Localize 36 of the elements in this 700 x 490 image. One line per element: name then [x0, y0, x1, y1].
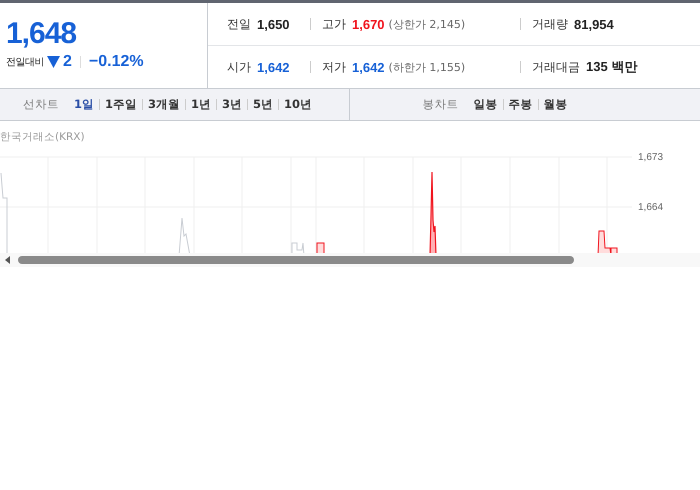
- stat-value: 1,650: [257, 16, 290, 32]
- period-tab[interactable]: 일봉: [474, 97, 498, 112]
- stat-label: 고가: [322, 16, 346, 32]
- period-tab[interactable]: 5년: [253, 97, 274, 112]
- stat-label: 전일: [227, 16, 251, 32]
- y-axis-label: 1,673: [638, 151, 664, 165]
- period-tab[interactable]: 주봉: [508, 97, 532, 112]
- stat-value: 1,642: [352, 60, 385, 74]
- period-tab[interactable]: 월봉: [544, 97, 568, 112]
- chart-type-label: 봉차트: [422, 97, 458, 112]
- change-rate: −0.12%: [88, 53, 144, 71]
- stat-value: 1,642: [257, 60, 290, 74]
- current-price: 1,648: [6, 17, 78, 51]
- period-tab[interactable]: 1년: [190, 97, 211, 112]
- stat-value: 135 백만: [586, 58, 638, 76]
- data-source-label: 한국거래소(KRX): [0, 130, 86, 145]
- change-label: 전일대비: [6, 56, 44, 69]
- stat-label: 거래대금: [532, 58, 580, 76]
- price-limit-note: (하한가 1,155): [388, 60, 466, 74]
- stat-value: 1,670: [352, 16, 385, 32]
- period-tab[interactable]: 1일: [74, 97, 94, 112]
- horizontal-scrollbar[interactable]: [0, 253, 700, 267]
- scroll-left-icon[interactable]: [5, 256, 10, 264]
- change-value: 2: [63, 53, 72, 71]
- stat-label: 거래량: [532, 16, 568, 32]
- period-tab[interactable]: 3년: [222, 97, 242, 112]
- y-axis-label: 1,664: [638, 201, 664, 215]
- stat-label: 저가: [322, 58, 346, 76]
- stat-value: 81,954: [574, 16, 614, 32]
- scrollbar-thumb[interactable]: [18, 256, 574, 264]
- chart-type-label: 선차트: [22, 97, 59, 112]
- stat-label: 시가: [227, 58, 251, 76]
- period-tab[interactable]: 10년: [284, 97, 312, 112]
- period-tab[interactable]: 1주일: [104, 97, 137, 112]
- price-limit-note: (상한가 2,145): [388, 16, 466, 32]
- period-tab[interactable]: 3개월: [148, 97, 180, 112]
